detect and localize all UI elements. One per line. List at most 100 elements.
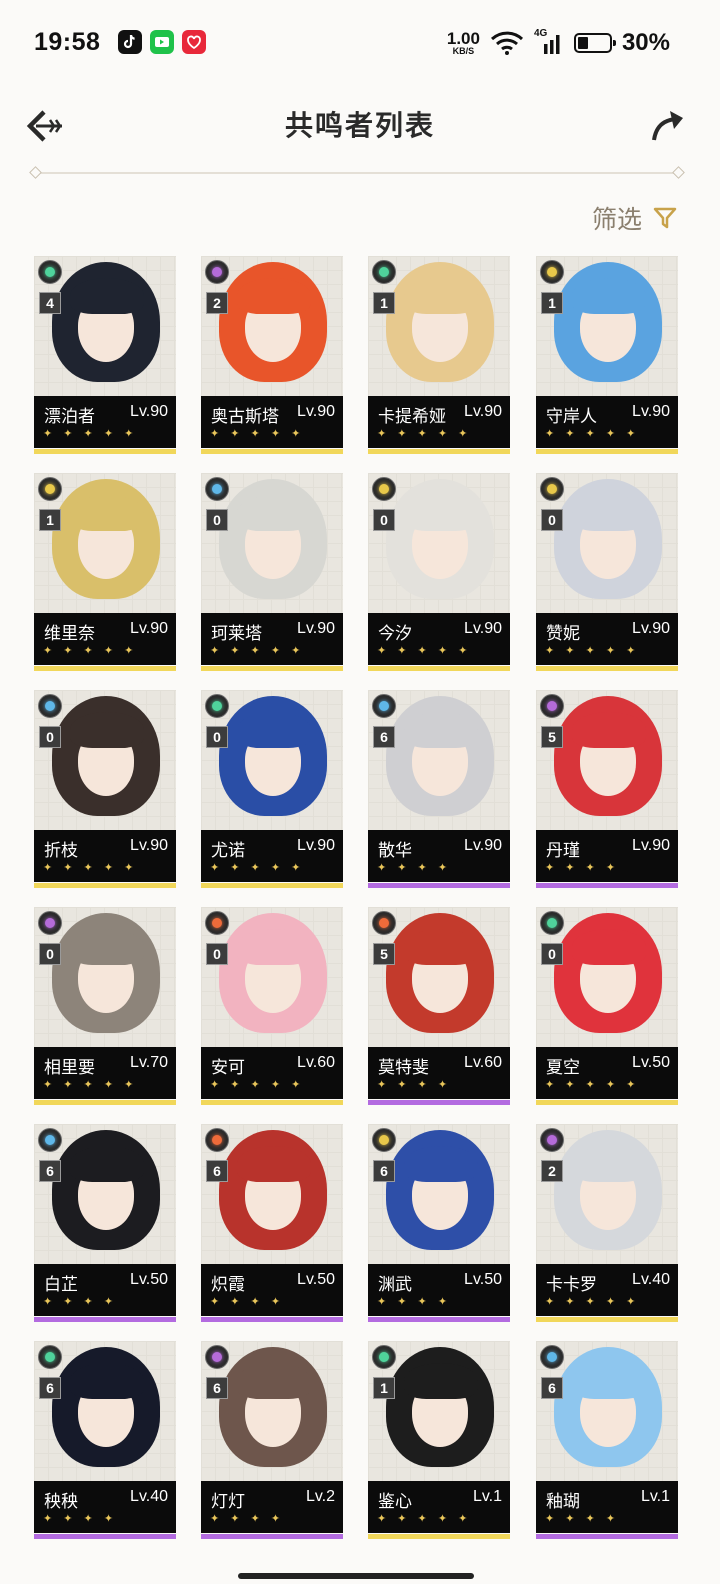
rarity-stars: ✦ ✦ ✦ ✦ ✦ <box>210 645 305 657</box>
spectro-element-icon <box>540 477 564 501</box>
character-level: Lv.50 <box>130 1271 168 1288</box>
resonator-card[interactable]: 4 漂泊者 Lv.90 ✦ ✦ ✦ ✦ ✦ <box>34 256 176 454</box>
resonator-card[interactable]: 1 守岸人 Lv.90 ✦ ✦ ✦ ✦ ✦ <box>536 256 678 454</box>
character-level: Lv.90 <box>297 620 335 637</box>
character-name: 安可 <box>211 1058 245 1077</box>
sequence-badge: 6 <box>39 1160 61 1182</box>
sequence-badge: 0 <box>206 943 228 965</box>
sequence-badge: 0 <box>541 943 563 965</box>
sequence-badge: 1 <box>373 292 395 314</box>
rarity-bar <box>536 1534 678 1539</box>
resonator-card[interactable]: 6 炽霞 Lv.50 ✦ ✦ ✦ ✦ <box>201 1124 343 1322</box>
resonator-card[interactable]: 2 卡卡罗 Lv.40 ✦ ✦ ✦ ✦ ✦ <box>536 1124 678 1322</box>
glacio-element-icon <box>205 477 229 501</box>
network-speed: 1.00 KB/S <box>446 29 480 56</box>
rarity-stars: ✦ ✦ ✦ ✦ ✦ <box>210 1079 305 1091</box>
character-name: 折枝 <box>44 841 78 860</box>
sequence-badge: 6 <box>206 1160 228 1182</box>
rarity-bar <box>201 883 343 888</box>
cell-signal-icon: 4G <box>534 28 564 56</box>
rarity-bar <box>201 1534 343 1539</box>
aero-element-icon <box>38 1345 62 1369</box>
resonator-card[interactable]: 6 白芷 Lv.50 ✦ ✦ ✦ ✦ <box>34 1124 176 1322</box>
character-name: 漂泊者 <box>44 407 95 426</box>
share-button[interactable] <box>650 108 686 147</box>
resonator-card[interactable]: 6 秧秧 Lv.40 ✦ ✦ ✦ ✦ <box>34 1341 176 1539</box>
character-name: 白芷 <box>44 1275 78 1294</box>
rarity-bar <box>536 1100 678 1105</box>
character-name: 相里要 <box>44 1058 95 1077</box>
resonator-card[interactable]: 6 散华 Lv.90 ✦ ✦ ✦ ✦ <box>368 690 510 888</box>
fusion-element-icon <box>372 911 396 935</box>
aero-element-icon <box>372 260 396 284</box>
sequence-badge: 0 <box>39 726 61 748</box>
character-level: Lv.40 <box>130 1488 168 1505</box>
resonator-card[interactable]: 0 安可 Lv.60 ✦ ✦ ✦ ✦ ✦ <box>201 907 343 1105</box>
rarity-stars: ✦ ✦ ✦ ✦ ✦ <box>545 645 640 657</box>
resonator-card[interactable]: 6 渊武 Lv.50 ✦ ✦ ✦ ✦ <box>368 1124 510 1322</box>
rarity-bar <box>536 449 678 454</box>
character-name: 尤诺 <box>211 841 245 860</box>
rarity-bar <box>368 1100 510 1105</box>
shopping-app-icon <box>182 30 206 54</box>
rarity-stars: ✦ ✦ ✦ ✦ <box>377 1079 452 1091</box>
resonator-card[interactable]: 5 丹瑾 Lv.90 ✦ ✦ ✦ ✦ <box>536 690 678 888</box>
resonator-card[interactable]: 0 珂莱塔 Lv.90 ✦ ✦ ✦ ✦ ✦ <box>201 473 343 671</box>
character-level: Lv.60 <box>297 1054 335 1071</box>
character-name: 莫特斐 <box>378 1058 429 1077</box>
fusion-element-icon <box>205 1128 229 1152</box>
resonator-card[interactable]: 1 鉴心 Lv.1 ✦ ✦ ✦ ✦ ✦ <box>368 1341 510 1539</box>
status-right: 1.00 KB/S 4G 30% <box>447 26 670 60</box>
rarity-bar <box>368 883 510 888</box>
resonator-card[interactable]: 6 釉瑚 Lv.1 ✦ ✦ ✦ ✦ <box>536 1341 678 1539</box>
sequence-badge: 0 <box>206 509 228 531</box>
resonator-card[interactable]: 0 折枝 Lv.90 ✦ ✦ ✦ ✦ ✦ <box>34 690 176 888</box>
spectro-element-icon <box>372 477 396 501</box>
rarity-stars: ✦ ✦ ✦ ✦ ✦ <box>377 428 472 440</box>
sequence-badge: 6 <box>206 1377 228 1399</box>
glacio-element-icon <box>372 694 396 718</box>
home-indicator[interactable] <box>238 1573 474 1579</box>
character-level: Lv.40 <box>632 1271 670 1288</box>
resonator-card[interactable]: 0 今汐 Lv.90 ✦ ✦ ✦ ✦ ✦ <box>368 473 510 671</box>
character-level: Lv.90 <box>632 837 670 854</box>
header-divider <box>29 166 685 179</box>
rarity-bar <box>201 1317 343 1322</box>
resonator-card[interactable]: 5 莫特斐 Lv.60 ✦ ✦ ✦ ✦ <box>368 907 510 1105</box>
sequence-badge: 5 <box>541 726 563 748</box>
sequence-badge: 0 <box>39 943 61 965</box>
character-level: Lv.90 <box>297 403 335 420</box>
character-name: 散华 <box>378 841 412 860</box>
rarity-bar <box>34 883 176 888</box>
resonator-card[interactable]: 0 尤诺 Lv.90 ✦ ✦ ✦ ✦ ✦ <box>201 690 343 888</box>
resonator-card[interactable]: 1 维里奈 Lv.90 ✦ ✦ ✦ ✦ ✦ <box>34 473 176 671</box>
rarity-stars: ✦ ✦ ✦ ✦ <box>377 862 452 874</box>
rarity-bar <box>536 666 678 671</box>
rarity-bar <box>201 1100 343 1105</box>
rarity-stars: ✦ ✦ ✦ ✦ ✦ <box>210 428 305 440</box>
sequence-badge: 6 <box>39 1377 61 1399</box>
character-level: Lv.1 <box>472 1488 502 1505</box>
resonator-card[interactable]: 0 赞妮 Lv.90 ✦ ✦ ✦ ✦ ✦ <box>536 473 678 671</box>
sequence-badge: 2 <box>541 1160 563 1182</box>
aero-element-icon <box>38 260 62 284</box>
rarity-bar <box>201 666 343 671</box>
rarity-bar <box>34 449 176 454</box>
character-name: 炽霞 <box>211 1275 245 1294</box>
resonator-card[interactable]: 0 夏空 Lv.50 ✦ ✦ ✦ ✦ ✦ <box>536 907 678 1105</box>
rarity-stars: ✦ ✦ ✦ ✦ <box>545 1513 620 1525</box>
filter-button[interactable]: 筛选 <box>592 200 678 236</box>
rarity-stars: ✦ ✦ ✦ ✦ ✦ <box>545 1296 640 1308</box>
glacio-element-icon <box>38 1128 62 1152</box>
resonator-card[interactable]: 2 奥古斯塔 Lv.90 ✦ ✦ ✦ ✦ ✦ <box>201 256 343 454</box>
rarity-stars: ✦ ✦ ✦ ✦ ✦ <box>43 862 138 874</box>
resonator-card[interactable]: 1 卡提希娅 Lv.90 ✦ ✦ ✦ ✦ ✦ <box>368 256 510 454</box>
rarity-stars: ✦ ✦ ✦ ✦ ✦ <box>545 1079 640 1091</box>
character-name: 赞妮 <box>546 624 580 643</box>
rarity-bar <box>34 1317 176 1322</box>
battery-icon <box>573 33 616 53</box>
character-name: 丹瑾 <box>546 841 580 860</box>
resonator-card[interactable]: 6 灯灯 Lv.2 ✦ ✦ ✦ ✦ <box>201 1341 343 1539</box>
resonator-card[interactable]: 0 相里要 Lv.70 ✦ ✦ ✦ ✦ ✦ <box>34 907 176 1105</box>
aero-element-icon <box>372 1345 396 1369</box>
